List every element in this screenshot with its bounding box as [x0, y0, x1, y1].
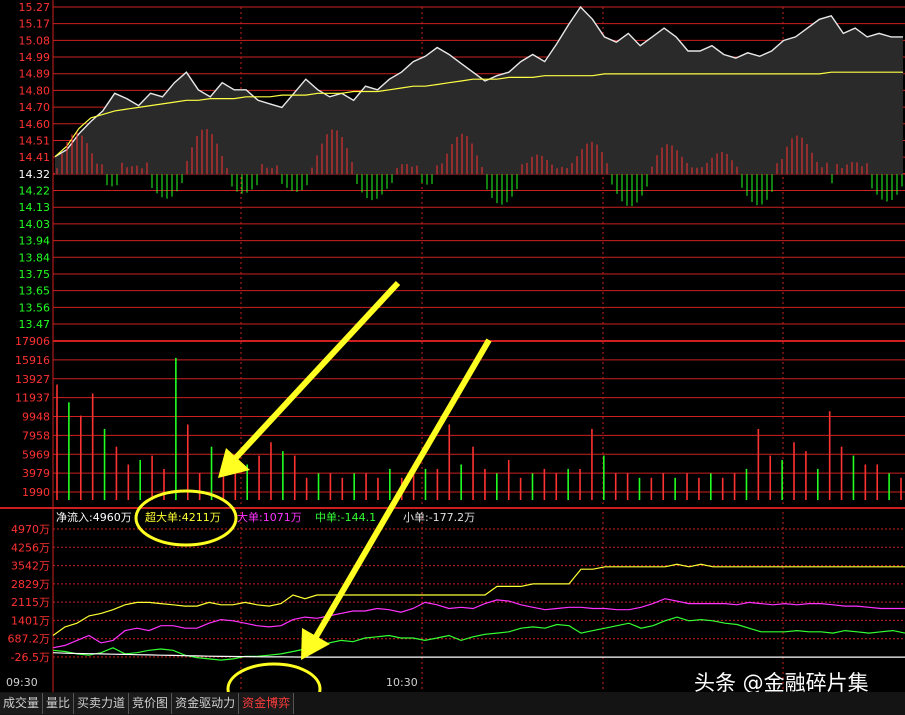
small-order-label: 小单:-177.2万 — [403, 511, 475, 524]
tab-capital-game[interactable]: 资金博弈 — [239, 693, 295, 714]
time-label-mid: 10:30 — [386, 676, 418, 689]
price-tick-label: 14.22 — [19, 185, 51, 198]
price-tick-label: 14.32 — [19, 168, 51, 181]
price-tick-label: 15.08 — [19, 34, 51, 47]
flow-tick-label: 3542万 — [11, 560, 50, 573]
net-inflow-label: 净流入:4960万 — [56, 510, 132, 524]
volume-tick-label: 13927 — [15, 373, 50, 386]
price-tick-label: 15.27 — [19, 1, 51, 14]
price-tick-label: 13.94 — [19, 235, 51, 248]
price-tick-label: 14.51 — [19, 134, 51, 147]
price-tick-label: 14.03 — [19, 218, 51, 231]
large-order-label: 大单:1071万 — [237, 510, 302, 524]
time-label-start: 09:30 — [6, 676, 38, 689]
capital-flow-line-0 — [52, 563, 905, 636]
annotation-arrow-2 — [310, 338, 492, 644]
flow-tick-label: 4256万 — [11, 541, 50, 554]
annotation-layer — [134, 280, 492, 715]
capital-flow-panel — [52, 563, 905, 661]
flow-tick-label: 687.2万 — [8, 633, 51, 646]
volume-tick-label: 11937 — [15, 392, 50, 405]
price-tick-label: 15.17 — [19, 18, 51, 31]
price-tick-label: 13.65 — [19, 285, 51, 298]
price-tick-label: 14.99 — [19, 51, 51, 64]
flow-tick-label: 4970万 — [11, 523, 50, 536]
price-area-fill — [55, 7, 903, 175]
price-tick-label: 13.75 — [19, 268, 51, 281]
volume-tick-label: 5969 — [22, 448, 50, 461]
flow-tick-label: -26.5万 — [11, 651, 50, 664]
medium-order-label: 中单:-144.1 — [315, 511, 376, 524]
price-tick-label: 14.13 — [19, 201, 51, 214]
price-tick-label: 13.56 — [19, 301, 51, 314]
price-tick-label: 14.89 — [19, 68, 51, 81]
price-tick-label: 14.80 — [19, 84, 51, 97]
volume-tick-label: 17906 — [15, 335, 50, 348]
price-tick-label: 14.60 — [19, 118, 51, 131]
flow-tick-label: 2115万 — [11, 596, 50, 609]
price-tick-label: 13.84 — [19, 251, 51, 264]
volume-tick-label: 7958 — [22, 429, 50, 442]
price-tick-label: 13.47 — [19, 318, 51, 331]
super-large-order-label: 超大单:4211万 — [145, 510, 221, 524]
price-tick-label: 14.70 — [19, 101, 51, 114]
intraday-chart-canvas: 15.27 15.17 15.08 14.99 14.89 14.80 14.70 14.60… — [0, 0, 905, 715]
tab-auction-chart[interactable]: 竞价图 — [129, 693, 173, 714]
axis-labels: 15.27 15.17 15.08 14.99 14.89 14.80 14.70 14.60… — [8, 1, 51, 664]
flow-tick-label: 1401万 — [11, 614, 50, 627]
tab-volume[interactable]: 成交量 — [0, 693, 44, 714]
tab-capital-drive[interactable]: 资金驱动力 — [172, 693, 240, 714]
volume-tick-label: 1990 — [22, 486, 50, 499]
indicator-tab-bar: 成交量 量比 买卖力道 竞价图 资金驱动力 资金博弈 — [0, 692, 905, 715]
volume-tick-label: 9948 — [22, 411, 50, 424]
tab-buy-sell-force[interactable]: 买卖力道 — [74, 693, 130, 714]
price-panel — [54, 5, 903, 207]
tab-volume-ratio[interactable]: 量比 — [43, 693, 75, 714]
price-tick-label: 14.41 — [19, 151, 51, 164]
flow-tick-label: 2829万 — [11, 578, 50, 591]
volume-tick-label: 3979 — [22, 467, 50, 480]
volume-tick-label: 15916 — [15, 354, 50, 367]
